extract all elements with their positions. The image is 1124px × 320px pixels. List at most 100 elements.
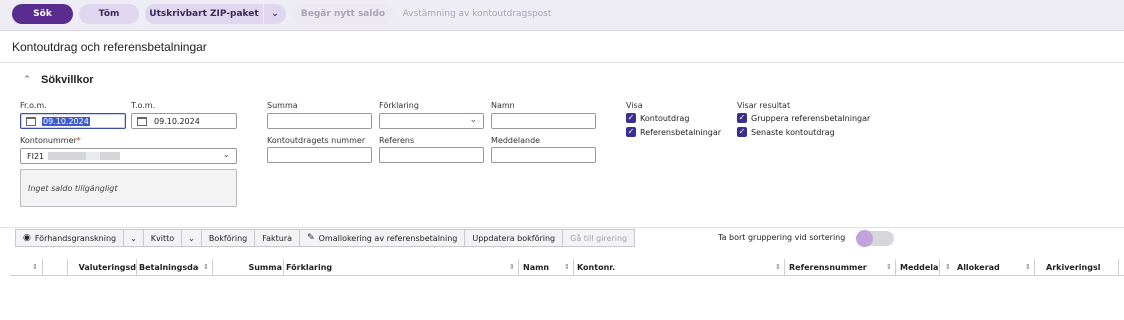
column-separator — [573, 259, 574, 275]
col-reference-number[interactable]: Referensnummer — [789, 260, 869, 274]
chevron-down-icon: ⌄ — [130, 233, 137, 243]
col-message[interactable]: Meddelan — [900, 260, 938, 274]
column-label: Meddelan — [900, 262, 938, 272]
invoice-button[interactable]: Faktura — [254, 229, 301, 247]
latest-statement-checkbox[interactable]: ✓ Senaste kontoutdrag — [737, 127, 835, 137]
name-label: Namn — [491, 101, 515, 110]
sort-icon[interactable]: ⇕ — [1025, 260, 1031, 274]
results-toolbar: ◉ Förhandsgranskning ⌄ Kvitto ⌄ Bokförin… — [15, 229, 636, 247]
sort-icon[interactable]: ⇕ — [32, 260, 38, 274]
col-account-number[interactable]: Kontonr. — [577, 260, 677, 274]
account-label-text: Kontonummer — [20, 136, 77, 145]
column-label: Referensnummer — [789, 262, 867, 272]
criteria-section-header[interactable]: ⌃ Sökvillkor — [22, 74, 94, 86]
explanation-label: Förklaring — [379, 101, 419, 110]
column-separator — [518, 259, 519, 275]
title-divider — [0, 62, 1124, 63]
account-value: FI21 — [27, 151, 45, 161]
sort-icon[interactable]: ⇕ — [203, 260, 209, 274]
from-date-field[interactable]: 09.10.2024 — [20, 113, 126, 129]
preview-label: Förhandsgranskning — [34, 233, 117, 243]
top-toolbar: Sök Töm Utskrivbart ZIP-paket ⌄ Begär ny… — [0, 0, 1124, 31]
table-header-bottom-border — [10, 275, 1124, 276]
checkbox-label: Gruppera referensbetalningar — [751, 113, 871, 123]
chevron-up-icon: ⌃ — [23, 75, 31, 85]
ungroup-sort-toggle[interactable] — [856, 230, 894, 247]
statement-number-input[interactable] — [267, 147, 372, 163]
to-date-field[interactable]: 09.10.2024 — [131, 113, 237, 129]
col-archive-id[interactable]: Arkiveringsl — [1046, 260, 1118, 274]
checkbox-label: Referensbetalningar — [640, 127, 722, 137]
reallocation-label: Omallokering av referensbetalning — [318, 233, 458, 243]
sort-icon[interactable]: ⇕ — [564, 260, 570, 274]
sort-icon[interactable]: ⇕ — [775, 260, 781, 274]
to-date-value: 09.10.2024 — [154, 116, 200, 126]
section-divider — [0, 227, 1124, 228]
calendar-icon — [137, 116, 147, 126]
reference-input[interactable] — [379, 147, 484, 163]
results-shown-label: Visar resultat — [737, 101, 791, 110]
booking-button[interactable]: Bokföring — [200, 229, 256, 247]
explanation-select[interactable]: ⌄ — [379, 113, 484, 129]
eye-icon: ◉ — [23, 233, 31, 243]
sort-icon[interactable]: ⇕ — [509, 260, 515, 274]
zip-package-button[interactable]: Utskrivbart ZIP-paket — [145, 4, 263, 24]
receipt-button[interactable]: Kvitto — [142, 229, 183, 247]
column-separator — [1118, 259, 1119, 275]
zip-menu-button[interactable]: ⌄ — [264, 4, 286, 24]
show-reference-payments-checkbox[interactable]: ✓ Referensbetalningar — [626, 127, 721, 137]
criteria-section-title: Sökvillkor — [41, 74, 94, 86]
update-booking-button[interactable]: Uppdatera bokföring — [464, 229, 564, 247]
column-label: Allokerad — [957, 262, 1000, 272]
sort-icon[interactable]: ⇕ — [886, 260, 892, 274]
clear-button[interactable]: Töm — [79, 4, 139, 24]
balance-info-box: Inget saldo tillgängligt — [20, 169, 237, 207]
account-select[interactable]: FI21 ⌄ — [20, 148, 237, 164]
group-reference-payments-checkbox[interactable]: ✓ Gruppera referensbetalningar — [737, 113, 870, 123]
column-label: Summa — [248, 262, 282, 272]
calendar-icon — [26, 116, 36, 126]
message-label: Meddelande — [491, 136, 541, 145]
preview-button[interactable]: ◉ Förhandsgranskning — [15, 229, 125, 247]
column-separator — [784, 259, 785, 275]
from-date-label: Fr.o.m. — [20, 101, 47, 110]
col-name[interactable]: Namn — [523, 260, 563, 274]
chevron-down-icon: ⌄ — [469, 115, 477, 125]
edit-icon: ✎ — [307, 233, 315, 243]
reallocation-button[interactable]: ✎ Omallokering av referensbetalning — [299, 229, 466, 247]
toggle-knob — [856, 230, 873, 247]
preview-menu-button[interactable]: ⌄ — [123, 229, 144, 247]
checkbox-checked-icon: ✓ — [626, 113, 636, 123]
ungroup-sort-label: Ta bort gruppering vid sortering — [718, 233, 846, 242]
sum-label: Summa — [267, 101, 298, 110]
main-panel: Kontoutdrag och referensbetalningar ⌃ Sö… — [0, 31, 1124, 320]
name-input[interactable] — [491, 113, 596, 129]
column-label: Arkiveringsl — [1046, 262, 1101, 272]
col-allocated[interactable]: Allokerad — [957, 260, 1017, 274]
reconcile-button[interactable]: Avstämning av kontoutdragspost — [400, 4, 554, 24]
checkbox-label: Kontoutdrag — [640, 113, 690, 123]
required-marker: * — [76, 136, 81, 145]
col-sum[interactable]: Summa — [213, 260, 282, 274]
column-label: Kontonr. — [577, 262, 616, 272]
goto-transfer-button[interactable]: Gå till girering — [562, 229, 636, 247]
chevron-down-icon: ⌄ — [271, 9, 279, 19]
sort-icon[interactable]: ⇕ — [945, 260, 951, 274]
sum-input[interactable] — [267, 113, 372, 129]
show-statement-checkbox[interactable]: ✓ Kontoutdrag — [626, 113, 689, 123]
account-label: Kontonummer* — [20, 136, 81, 145]
col-payment-date[interactable]: Betalningsdag — [139, 260, 199, 274]
checkbox-checked-icon: ✓ — [626, 127, 636, 137]
request-balance-button[interactable]: Begär nytt saldo — [292, 4, 394, 24]
message-input[interactable] — [491, 147, 596, 163]
col-value-date[interactable]: Valuteringsd — [68, 260, 136, 274]
col-explanation[interactable]: Förklaring — [286, 260, 466, 274]
from-date-value: 09.10.2024 — [42, 116, 90, 126]
column-separator — [136, 259, 137, 275]
receipt-menu-button[interactable]: ⌄ — [181, 229, 202, 247]
column-separator — [42, 259, 43, 275]
column-separator — [895, 259, 896, 275]
page-title: Kontoutdrag och referensbetalningar — [12, 40, 207, 54]
column-label: Namn — [523, 262, 550, 272]
search-button[interactable]: Sök — [12, 4, 73, 24]
